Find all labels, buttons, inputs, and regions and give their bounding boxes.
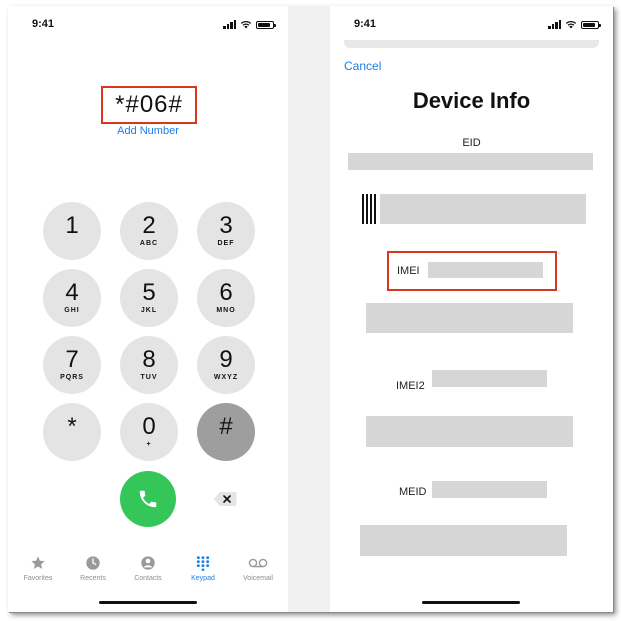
battery-icon: [581, 21, 601, 29]
cancel-button[interactable]: Cancel: [344, 59, 381, 73]
key-3[interactable]: 3 DEF: [197, 202, 255, 260]
status-bar: 9:41: [8, 18, 288, 36]
tab-voicemail[interactable]: Voicemail: [230, 554, 286, 582]
tab-contacts[interactable]: Contacts: [120, 554, 176, 582]
battery-icon: [256, 21, 276, 29]
key-5[interactable]: 5 JKL: [120, 269, 178, 327]
status-bar: 9:41: [330, 18, 613, 36]
imei2-label: IMEI2: [396, 380, 425, 392]
tab-recents[interactable]: Recents: [65, 554, 121, 582]
status-time: 9:41: [32, 18, 55, 30]
phone-icon: [139, 490, 157, 508]
key-2[interactable]: 2 ABC: [120, 202, 178, 260]
panel-divider: [288, 6, 330, 612]
key-star[interactable]: *: [43, 403, 101, 461]
meid-value-redacted: [432, 481, 547, 498]
voicemail-icon: [248, 558, 268, 568]
tab-keypad[interactable]: Keypad: [175, 554, 231, 582]
dialed-number-display: *#06#: [101, 86, 197, 124]
meid-label: MEID: [399, 486, 427, 498]
wifi-icon: [240, 20, 252, 29]
clock-icon: [86, 556, 100, 570]
backspace-icon[interactable]: [213, 491, 237, 507]
key-7[interactable]: 7 PQRS: [43, 336, 101, 394]
keypad-icon: [196, 556, 210, 571]
barcode-redacted: [380, 194, 586, 224]
meid-barcode-redacted: [360, 525, 567, 556]
eid-label: EID: [462, 137, 481, 149]
status-time: 9:41: [354, 18, 377, 30]
tab-bar: Favorites Recents Contacts Keypad Voicem…: [8, 554, 288, 594]
key-1[interactable]: 1: [43, 202, 101, 260]
key-hash[interactable]: #: [197, 403, 255, 461]
imei-barcode-redacted: [366, 303, 573, 333]
key-6[interactable]: 6 MNO: [197, 269, 255, 327]
cellular-signal-icon: [223, 20, 236, 29]
phone-keypad-screen: 9:41 *#06# Add Number 1 2 ABC 3 DEF 4 GHI 5…: [8, 6, 288, 612]
home-indicator: [421, 601, 520, 604]
key-8[interactable]: 8 TUV: [120, 336, 178, 394]
eid-value-redacted: [348, 153, 593, 170]
imei-label: IMEI: [397, 265, 420, 277]
imei2-barcode-redacted: [366, 416, 573, 447]
imei-value-redacted: [428, 262, 543, 278]
barcode-icon: [362, 194, 376, 224]
call-button[interactable]: [120, 471, 176, 527]
add-number-link[interactable]: Add Number: [8, 125, 288, 137]
key-9[interactable]: 9 WXYZ: [197, 336, 255, 394]
cellular-signal-icon: [548, 20, 561, 29]
key-4[interactable]: 4 GHI: [43, 269, 101, 327]
sheet-background-card: [344, 40, 599, 48]
person-icon: [141, 556, 155, 570]
key-0[interactable]: 0 +: [120, 403, 178, 461]
imei2-value-redacted: [432, 370, 547, 387]
screenshot-frame: 9:41 *#06# Add Number 1 2 ABC 3 DEF 4 GHI 5…: [8, 6, 613, 612]
page-title: Device Info: [412, 88, 531, 113]
wifi-icon: [565, 20, 577, 29]
home-indicator: [99, 601, 197, 604]
phone-device-info-screen: 9:41 Cancel Device Info EID IMEI IMEI2 M…: [330, 6, 613, 612]
tab-favorites[interactable]: Favorites: [10, 554, 66, 582]
star-icon: [31, 556, 45, 569]
